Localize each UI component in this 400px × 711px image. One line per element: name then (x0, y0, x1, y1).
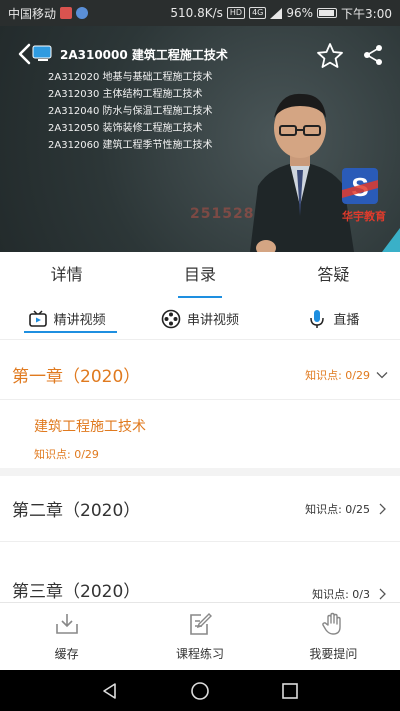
chevron-right-icon (379, 503, 386, 514)
subtab-label: 精讲视频 (53, 313, 106, 328)
practice-label: 课程练习 (175, 647, 224, 661)
share-icon[interactable] (362, 44, 384, 66)
subtab-label: 串讲视频 (186, 313, 239, 328)
outline-item: 2A312040 防水与保温工程施工技术 (48, 106, 213, 117)
ask-question-button[interactable]: 我要提问 (267, 603, 400, 670)
course-outline: 2A312020 地基与基础工程施工技术 2A312030 主体结构工程施工技术… (48, 69, 213, 154)
network-speed: 510.8K/s (170, 6, 223, 20)
download-tray-icon (55, 614, 78, 634)
video-type-tabs: 精讲视频 串讲视频 直播 (0, 298, 400, 340)
outline-item: 2A312020 地基与基础工程施工技术 (48, 72, 213, 83)
carrier-label: 中国移动 (8, 6, 57, 21)
section-knowledge-count: 知识点: 0/29 (34, 448, 99, 461)
chapter-knowledge-count: 知识点: 0/29 (305, 368, 370, 382)
cache-button[interactable]: 缓存 (0, 603, 133, 670)
subtab-review-video[interactable]: 串讲视频 (133, 298, 266, 339)
tab-qa[interactable]: 答疑 (267, 252, 400, 298)
app-notification-icon (60, 7, 73, 19)
chapter-row[interactable]: 第一章（2020） 知识点: 0/29 (0, 350, 400, 400)
chapter-title: 第一章（2020） (12, 367, 141, 387)
video-watermark: 251528 (190, 206, 255, 222)
brand-name: 华宇教育 (342, 210, 386, 223)
nav-back-icon[interactable] (100, 681, 120, 701)
nav-recents-icon[interactable] (280, 681, 300, 701)
battery-icon (317, 8, 338, 18)
brand-logo-icon: S (342, 168, 378, 204)
presenter-image (250, 93, 354, 252)
clock: 下午3:00 (341, 6, 392, 21)
chapter-title: 第二章（2020） (12, 501, 141, 521)
edit-note-icon (190, 613, 212, 635)
battery-percent: 96% (286, 6, 314, 20)
microphone-icon (310, 309, 325, 328)
section-row[interactable]: 建筑工程施工技术 知识点: 0/29 (0, 400, 400, 476)
chapter-row[interactable]: 第二章（2020） 知识点: 0/25 (0, 476, 400, 542)
chapter-knowledge-count: 知识点: 0/25 (305, 502, 370, 516)
chevron-down-icon (376, 371, 388, 378)
outline-item: 2A312050 装饰装修工程施工技术 (48, 123, 203, 134)
subtab-label: 直播 (333, 313, 360, 328)
chevron-right-icon (379, 588, 386, 600)
course-title: 2A310000 建筑工程施工技术 (60, 48, 228, 62)
chapter-row[interactable]: 第三章（2020） 知识点: 0/3 (0, 542, 400, 602)
section-title: 建筑工程施工技术 (34, 419, 146, 435)
tab-details[interactable]: 详情 (0, 252, 133, 298)
outline-item: 2A312030 主体结构工程施工技术 (48, 89, 203, 100)
alert-notification-icon (76, 7, 89, 19)
raised-hand-icon (322, 612, 342, 635)
chapter-knowledge-count: 知识点: 0/3 (312, 588, 370, 601)
outline-item: 2A312060 建筑工程季节性施工技术 (48, 140, 213, 151)
main-tabs: 详情 目录 答疑 (0, 252, 400, 298)
chapter-list: 第一章（2020） 知识点: 0/29 建筑工程施工技术 知识点: 0/29 第… (0, 350, 400, 602)
chapter-title: 第三章（2020） (12, 582, 141, 602)
subtab-live[interactable]: 直播 (267, 298, 400, 339)
nav-home-icon[interactable] (190, 681, 210, 701)
ask-label: 我要提问 (309, 647, 358, 661)
subtab-lecture-video[interactable]: 精讲视频 (0, 298, 133, 339)
hd-badge: HD (226, 7, 246, 19)
battery-fill (319, 10, 335, 16)
bottom-toolbar: 缓存 课程练习 我要提问 (0, 602, 400, 670)
tv-icon (28, 309, 47, 327)
status-bar: 中国移动 510.8K/s HD 4G 96% 下午3:00 (0, 0, 400, 26)
signal-icon (270, 7, 283, 19)
corner-fold (382, 228, 400, 252)
film-reel-icon (161, 309, 181, 328)
tab-catalog[interactable]: 目录 (133, 252, 266, 298)
lesson-screen-icon (32, 45, 52, 61)
network-type-badge: 4G (249, 7, 267, 19)
cache-label: 缓存 (54, 647, 79, 661)
practice-button[interactable]: 课程练习 (133, 603, 266, 670)
system-nav-bar (0, 670, 400, 711)
video-player[interactable]: 2A310000 建筑工程施工技术 2A312020 地基与基础工程施工技术 2… (0, 26, 400, 252)
